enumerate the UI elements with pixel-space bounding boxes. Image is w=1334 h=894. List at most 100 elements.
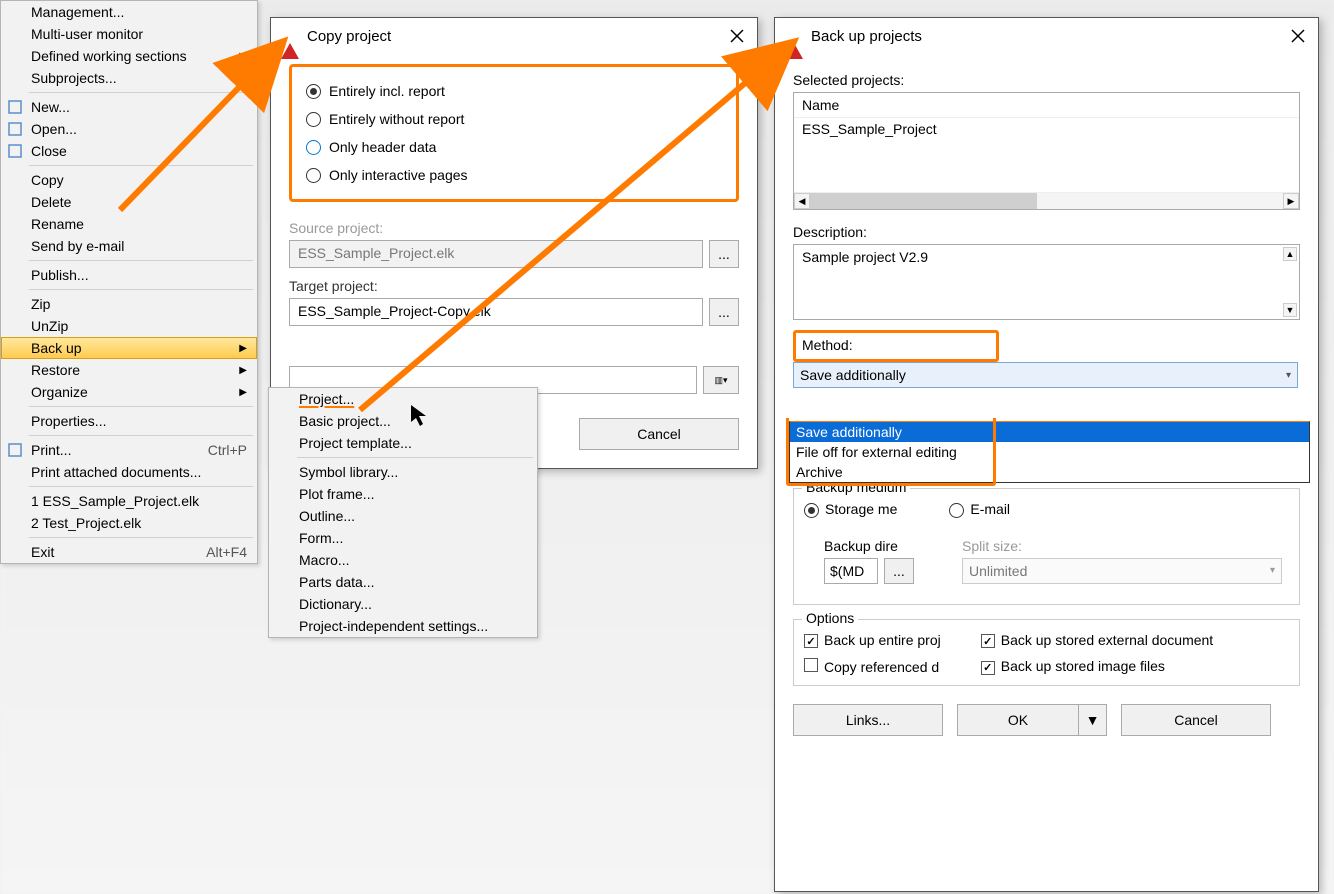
backup-image-files-checkbox[interactable]: Back up stored image files [981,658,1213,675]
menu-item[interactable]: Defined working sections▶ [1,45,257,67]
split-size-label: Split size: [962,538,1282,554]
close-icon[interactable] [1288,26,1308,46]
menu-item[interactable]: Back up▶ [1,337,257,359]
menu-item-label: 2 Test_Project.elk [31,515,247,531]
menu-item[interactable]: Copy [1,169,257,191]
split-size-combo[interactable]: Unlimited ▾ [962,558,1282,584]
menu-item[interactable]: Zip [1,293,257,315]
menu-item[interactable]: Properties... [1,410,257,432]
backup-entire-project-checkbox[interactable]: Back up entire proj [804,632,941,649]
extra-dropdown-button[interactable]: ▥▾ [703,366,739,394]
submenu-item[interactable]: Macro... [269,549,537,571]
menu-item-label: Rename [31,216,247,232]
links-button[interactable]: Links... [793,704,943,736]
menu-item-label: Print attached documents... [31,464,247,480]
dropdown-option[interactable]: File off for external editing [790,442,1309,462]
submenu-item[interactable]: Project... [269,388,537,410]
email-radio[interactable]: E-mail [949,501,1010,518]
chevron-down-icon: ▾ [1270,565,1275,576]
menu-item[interactable]: Close [1,140,257,162]
selected-projects-list[interactable]: Name ESS_Sample_Project ◀ ▶ [793,92,1300,210]
menu-item[interactable]: Send by e-mail [1,235,257,257]
radio-option[interactable]: Only header data [306,133,722,161]
menu-item[interactable]: Rename [1,213,257,235]
method-combo[interactable]: Save additionally ▾ [793,362,1298,388]
radio-icon [306,84,321,99]
menu-item[interactable]: 2 Test_Project.elk [1,512,257,534]
submenu-arrow-icon: ▶ [239,387,247,398]
menu-item-label: Defined working sections [31,48,239,64]
copy-scope-radio-group: Entirely incl. reportEntirely without re… [289,64,739,202]
source-project-input: ESS_Sample_Project.elk [289,240,703,268]
close-icon[interactable] [727,26,747,46]
scroll-down-icon[interactable]: ▼ [1283,303,1297,317]
menu-item-label: 1 ESS_Sample_Project.elk [31,493,247,509]
list-header: Name [794,93,1299,118]
backup-dir-input[interactable] [824,558,878,584]
menu-item[interactable]: 1 ESS_Sample_Project.elk [1,490,257,512]
dropdown-option[interactable]: Archive [790,462,1309,482]
menu-item[interactable]: Print attached documents... [1,461,257,483]
submenu-item[interactable]: Parts data... [269,571,537,593]
menu-item[interactable]: Multi-user monitor [1,23,257,45]
submenu-item[interactable]: Project-independent settings... [269,615,537,637]
menu-item[interactable]: Publish... [1,264,257,286]
menu-item-label: Restore [31,362,239,378]
browse-target-button[interactable]: ... [709,298,739,326]
menu-item[interactable]: Management... [1,1,257,23]
ok-split-button[interactable]: OK ▼ [957,704,1107,736]
radio-option[interactable]: Only interactive pages [306,161,722,189]
submenu-item[interactable]: Symbol library... [269,461,537,483]
radio-option[interactable]: Entirely without report [306,105,722,133]
ok-dropdown-button[interactable]: ▼ [1079,704,1107,736]
menu-item[interactable]: Restore▶ [1,359,257,381]
radio-option[interactable]: Entirely incl. report [306,77,722,105]
browse-backup-dir-button[interactable]: ... [884,558,914,584]
dialog-titlebar: Back up projects [775,18,1318,54]
menu-separator [297,457,533,458]
close-doc-icon [7,143,23,159]
horizontal-scrollbar[interactable]: ◀ ▶ [794,192,1299,209]
submenu-item[interactable]: Basic project... [269,410,537,432]
target-project-input[interactable]: ESS_Sample_Project-Copy.elk [289,298,703,326]
copy-referenced-data-checkbox[interactable]: Copy referenced d [804,658,941,675]
storage-medium-radio[interactable]: Storage me [804,501,897,518]
dialog-title: Back up projects [811,28,1288,45]
submenu-item[interactable]: Dictionary... [269,593,537,615]
description-textarea[interactable]: Sample project V2.9 ▲ ▼ [793,244,1300,320]
menu-item[interactable]: UnZip [1,315,257,337]
cancel-button[interactable]: Cancel [579,418,739,450]
menu-item[interactable]: Delete [1,191,257,213]
dropdown-option[interactable]: Save additionally [790,422,1309,442]
scroll-right-icon[interactable]: ▶ [1283,193,1299,209]
menu-item[interactable]: Open... [1,118,257,140]
scrollbar-thumb[interactable] [810,193,1037,209]
cancel-button[interactable]: Cancel [1121,704,1271,736]
menu-separator [29,537,253,538]
submenu-item[interactable]: Outline... [269,505,537,527]
menu-item-label: UnZip [31,318,247,334]
options-fieldset: Options Back up entire proj Copy referen… [793,619,1300,687]
scroll-up-icon[interactable]: ▲ [1283,247,1297,261]
browse-source-button[interactable]: ... [709,240,739,268]
menu-item-label: Publish... [31,267,247,283]
submenu-item-label: Outline... [299,508,527,524]
menu-item[interactable]: Organize▶ [1,381,257,403]
radio-label: Only interactive pages [329,167,468,183]
menu-item-label: Exit [31,544,206,560]
menu-item[interactable]: Subprojects... [1,67,257,89]
ok-button[interactable]: OK [957,704,1079,736]
method-value: Save additionally [800,367,906,383]
backup-external-documents-checkbox[interactable]: Back up stored external document [981,632,1213,649]
scroll-left-icon[interactable]: ◀ [794,193,810,209]
submenu-item[interactable]: Project template... [269,432,537,454]
menu-item[interactable]: New... [1,96,257,118]
menu-item[interactable]: Print...Ctrl+P [1,439,257,461]
submenu-item[interactable]: Plot frame... [269,483,537,505]
list-item[interactable]: ESS_Sample_Project [794,118,1299,140]
submenu-item-label: Parts data... [299,574,527,590]
submenu-item-label: Project-independent settings... [299,618,527,634]
menu-item[interactable]: ExitAlt+F4 [1,541,257,563]
menu-item-label: Subprojects... [31,70,247,86]
submenu-item[interactable]: Form... [269,527,537,549]
